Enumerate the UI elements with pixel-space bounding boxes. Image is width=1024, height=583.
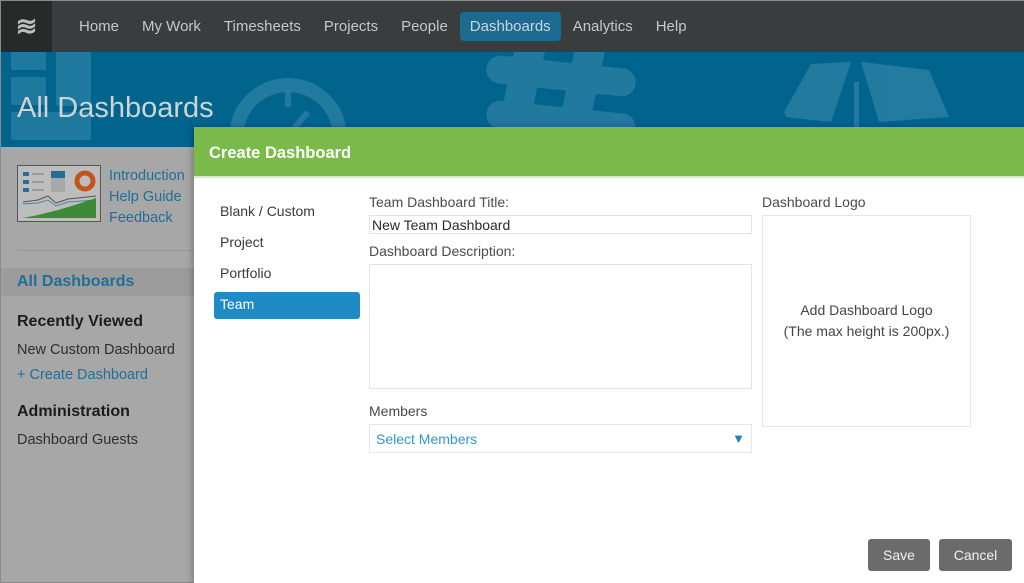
grid-tile-icon xyxy=(11,52,46,70)
type-team[interactable]: Team xyxy=(214,292,360,319)
logo-field-label: Dashboard Logo xyxy=(762,194,866,210)
description-field-label: Dashboard Description: xyxy=(369,243,516,259)
create-dashboard-link[interactable]: + Create Dashboard xyxy=(17,367,148,383)
nav-menu: Home My Work Timesheets Projects People … xyxy=(68,12,699,41)
type-blank-custom[interactable]: Blank / Custom xyxy=(214,199,360,226)
app-logo[interactable]: ≋ xyxy=(1,1,52,52)
sidebar-item-all-dashboards[interactable]: All Dashboards xyxy=(1,268,194,296)
sidebar-divider xyxy=(17,250,194,251)
create-dashboard-modal: Create Dashboard Blank / Custom Project … xyxy=(194,127,1024,583)
triangle-down-icon: ▼ xyxy=(732,431,745,446)
promo-links: Introduction Help Guide Feedback xyxy=(109,166,185,229)
nav-item-people[interactable]: People xyxy=(390,12,459,41)
nav-item-home[interactable]: Home xyxy=(68,12,130,41)
nav-item-analytics[interactable]: Analytics xyxy=(562,12,644,41)
members-select[interactable]: Select Members ▼ xyxy=(369,424,752,453)
dashboard-description-textarea[interactable] xyxy=(369,264,752,389)
administration-heading: Administration xyxy=(17,403,130,420)
introduction-link[interactable]: Introduction xyxy=(109,166,185,187)
modal-title: Create Dashboard xyxy=(194,127,1024,178)
nav-item-projects[interactable]: Projects xyxy=(313,12,389,41)
recently-viewed-heading: Recently Viewed xyxy=(17,313,143,330)
nav-item-my-work[interactable]: My Work xyxy=(131,12,212,41)
sidebar: Introduction Help Guide Feedback All Das… xyxy=(1,147,194,583)
logo-upload-text: Add Dashboard Logo xyxy=(800,302,933,318)
nav-item-help[interactable]: Help xyxy=(645,12,698,41)
members-field-label: Members xyxy=(369,403,428,419)
dashboard-title-input[interactable] xyxy=(369,215,752,234)
title-field-label: Team Dashboard Title: xyxy=(369,194,510,210)
nav-item-timesheets[interactable]: Timesheets xyxy=(213,12,312,41)
page-title: All Dashboards xyxy=(17,92,214,124)
members-select-placeholder: Select Members xyxy=(376,430,478,447)
feedback-link[interactable]: Feedback xyxy=(109,208,185,229)
dashboard-guests-link[interactable]: Dashboard Guests xyxy=(17,432,138,448)
logo-upload-hint: (The max height is 200px.) xyxy=(783,323,950,339)
recent-dashboard-link[interactable]: New Custom Dashboard xyxy=(17,342,175,358)
top-navigation: ≋ Home My Work Timesheets Projects Peopl… xyxy=(1,1,1024,52)
type-project[interactable]: Project xyxy=(214,230,360,257)
cancel-button[interactable]: Cancel xyxy=(939,539,1012,571)
help-guide-link[interactable]: Help Guide xyxy=(109,187,185,208)
nav-item-dashboards[interactable]: Dashboards xyxy=(459,12,561,41)
dashboard-preview-thumbnail[interactable] xyxy=(17,165,101,222)
dashboard-type-list: Blank / Custom Project Portfolio Team xyxy=(214,199,360,323)
save-button[interactable]: Save xyxy=(868,539,930,571)
dashboard-chart-icon xyxy=(22,170,97,218)
type-portfolio[interactable]: Portfolio xyxy=(214,261,360,288)
logo-upload-area[interactable]: Add Dashboard Logo (The max height is 20… xyxy=(762,215,971,427)
waves-icon: ≋ xyxy=(15,11,38,41)
